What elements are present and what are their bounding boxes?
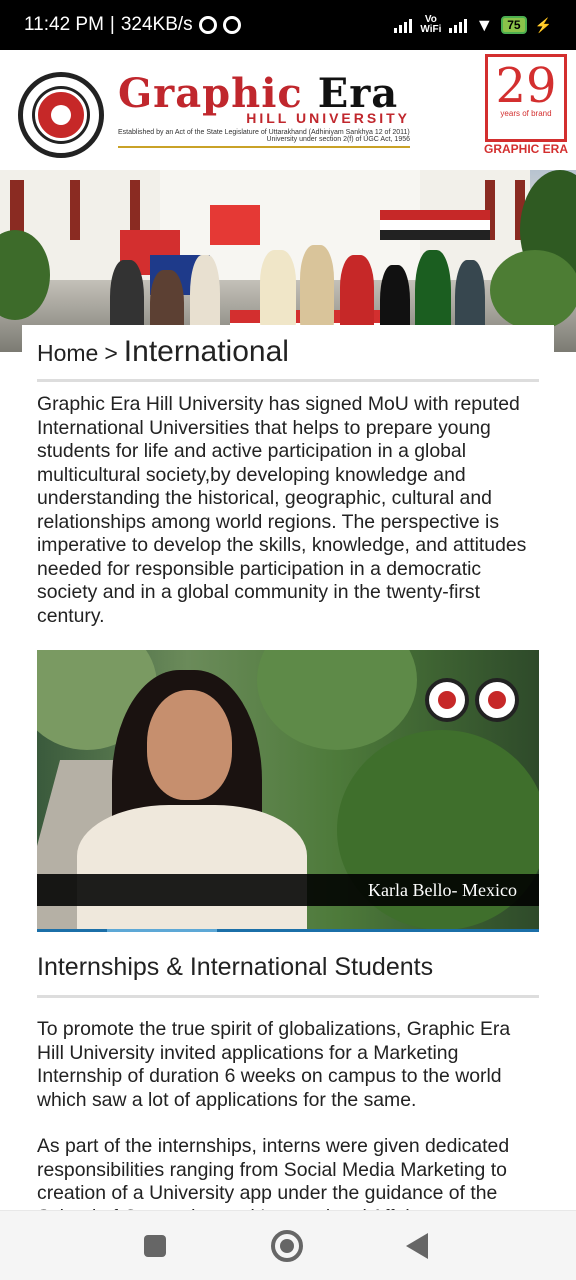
title-divider [37, 379, 539, 382]
breadcrumb-home-link[interactable]: Home [37, 340, 98, 367]
internship-paragraph-1: To promote the true spirit of globalizat… [37, 1018, 511, 1111]
back-button[interactable] [406, 1233, 428, 1259]
breadcrumb-separator: > [104, 340, 118, 366]
video-caption-bar: Karla Bello- Mexico [37, 874, 539, 906]
data-saver-icon [198, 16, 217, 34]
brand-logo[interactable]: Graphic Era HILL UNIVERSITY Established … [118, 72, 410, 148]
vowifi-indicator: Vo WiFi [420, 14, 442, 35]
section-heading: Internships & International Students [37, 953, 434, 981]
video-logo-1 [425, 678, 469, 722]
network-speed: 324KB/s [120, 14, 193, 35]
anniversary-badge: 29 years of brand [485, 54, 567, 142]
signal-icon [394, 17, 413, 33]
status-bar: 11:42 PM | 324KB/s Vo WiFi ▼ 75 ⚡ [0, 0, 576, 50]
section-divider [37, 995, 539, 998]
charging-icon: ⚡ [534, 16, 552, 33]
badge-caption: GRAPHIC ERA [483, 142, 568, 156]
system-nav-bar [0, 1210, 576, 1280]
intro-paragraph: Graphic Era Hill University has signed M… [37, 393, 527, 627]
video-player[interactable]: Karla Bello- Mexico [37, 650, 539, 932]
brand-divider [118, 146, 410, 148]
site-header: Graphic Era HILL UNIVERSITY Established … [0, 50, 576, 170]
main-content: Home > International Graphic Era Hill Un… [22, 325, 554, 1228]
speaker-face [147, 690, 232, 800]
home-button[interactable] [271, 1230, 303, 1262]
sync-icon [222, 16, 241, 34]
status-separator: | [109, 14, 115, 35]
university-seal-logo[interactable] [18, 72, 104, 158]
ugc-text: University under section 2(f) of UGC Act… [266, 136, 410, 143]
breadcrumb: Home > International [37, 335, 289, 369]
clock: 11:42 PM [24, 14, 104, 35]
page-title: International [123, 335, 289, 368]
signal-icon-2 [449, 17, 468, 33]
established-text: Established by an Act of the State Legis… [118, 129, 410, 136]
badge-number: 29 [495, 58, 557, 114]
video-caption: Karla Bello- Mexico [368, 880, 517, 900]
recent-apps-button[interactable] [144, 1235, 166, 1257]
video-progress-bar[interactable] [37, 929, 539, 932]
video-logo-2 [475, 678, 519, 722]
battery-icon: 75 [501, 16, 527, 34]
wifi-icon: ▼ [475, 14, 494, 35]
